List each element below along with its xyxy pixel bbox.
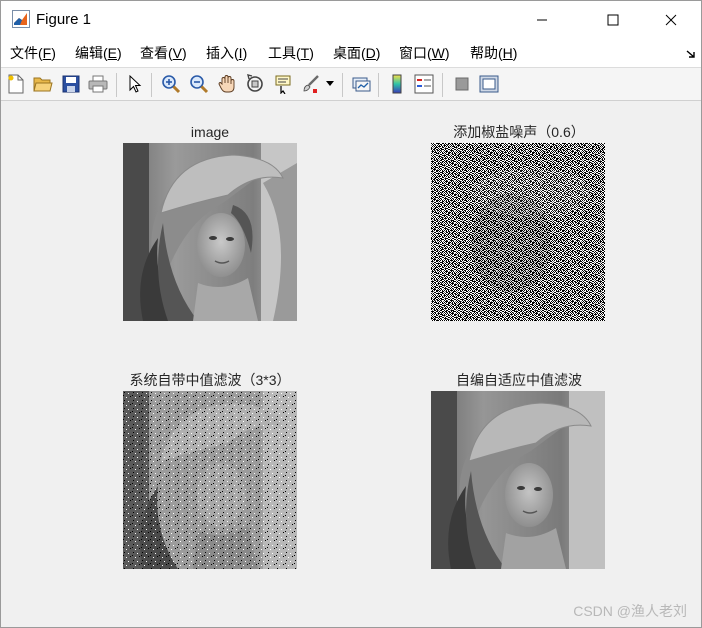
watermark: CSDN @渔人老刘 xyxy=(573,603,687,619)
zoom-in-icon[interactable] xyxy=(160,73,182,95)
menu-insert[interactable]: 插入(I) xyxy=(206,44,247,62)
save-icon[interactable] xyxy=(60,73,82,95)
menu-tools[interactable]: 工具(T) xyxy=(268,44,314,62)
menu-edit[interactable]: 编辑(E) xyxy=(75,44,122,62)
menu-bar: 文件(F) 编辑(E) 查看(V) 插入(I) 工具(T) 桌面(D) 窗口(W… xyxy=(1,39,701,67)
minimize-icon xyxy=(537,19,547,21)
close-icon xyxy=(665,14,677,26)
subplot-4-adaptive-median-filter[interactable] xyxy=(431,391,605,569)
brush-dropdown-icon[interactable] xyxy=(323,73,337,95)
pointer-icon[interactable] xyxy=(124,73,146,95)
show-plot-tools-icon[interactable] xyxy=(478,73,500,95)
maximize-icon xyxy=(607,14,619,26)
pan-icon[interactable] xyxy=(216,73,238,95)
dock-arrow-icon[interactable] xyxy=(685,47,697,59)
open-file-icon[interactable] xyxy=(32,73,54,95)
subplot-2-title: 添加椒盐噪声（0.6） xyxy=(453,124,585,140)
toolbar-separator xyxy=(342,73,343,97)
close-button[interactable] xyxy=(648,1,694,39)
subplot-2-salt-pepper-noise[interactable] xyxy=(431,143,605,321)
subplot-3-title: 系统自带中值滤波（3*3） xyxy=(129,372,291,388)
toolbar-separator xyxy=(151,73,152,97)
window-title: Figure 1 xyxy=(36,11,92,28)
matlab-logo-icon xyxy=(12,10,30,28)
minimize-button[interactable] xyxy=(519,1,565,39)
new-figure-icon[interactable] xyxy=(5,73,27,95)
subplot-1-original-image[interactable] xyxy=(123,143,297,321)
brush-icon[interactable] xyxy=(300,73,322,95)
title-bar[interactable]: Figure 1 xyxy=(1,1,701,39)
link-plot-icon[interactable] xyxy=(350,73,372,95)
hide-plot-tools-icon[interactable] xyxy=(451,73,473,95)
menu-window[interactable]: 窗口(W) xyxy=(399,44,450,62)
menu-file[interactable]: 文件(F) xyxy=(10,44,56,62)
toolbar-separator xyxy=(378,73,379,97)
figure-toolbar xyxy=(1,67,701,101)
data-cursor-icon[interactable] xyxy=(272,73,294,95)
rotate-3d-icon[interactable] xyxy=(244,73,266,95)
figure-window: Figure 1 文件(F) 编辑(E) 查看(V) 插入(I) 工具(T) 桌… xyxy=(0,0,702,628)
menu-view[interactable]: 查看(V) xyxy=(140,44,187,62)
figure-canvas: image 添加椒盐噪声（0.6） 系统自带中值滤波（3*3） 自编自适应中值滤… xyxy=(1,101,701,627)
toolbar-separator xyxy=(442,73,443,97)
toolbar-separator xyxy=(116,73,117,97)
legend-icon[interactable] xyxy=(413,73,435,95)
print-icon[interactable] xyxy=(87,73,109,95)
maximize-button[interactable] xyxy=(590,1,636,39)
menu-desktop[interactable]: 桌面(D) xyxy=(333,44,380,62)
colorbar-icon[interactable] xyxy=(386,73,408,95)
zoom-out-icon[interactable] xyxy=(188,73,210,95)
subplot-3-builtin-median-filter[interactable] xyxy=(123,391,297,569)
subplot-4-title: 自编自适应中值滤波 xyxy=(456,372,582,388)
subplot-1-title: image xyxy=(190,124,230,140)
menu-help[interactable]: 帮助(H) xyxy=(470,44,517,62)
